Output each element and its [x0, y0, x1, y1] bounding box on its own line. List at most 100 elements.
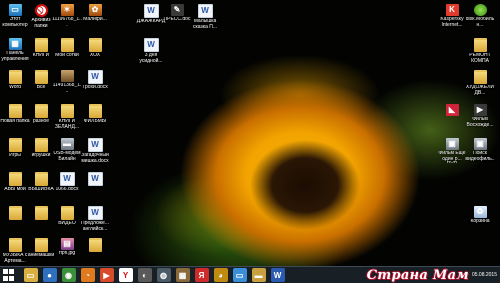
- folder-icon: [34, 238, 48, 252]
- desktop-icon-label: Мой сотки: [55, 53, 79, 58]
- document-icon: W: [87, 172, 103, 186]
- desktop-icon[interactable]: ▬ USB-модем Билайн: [52, 136, 82, 174]
- word-taskbar-icon[interactable]: W: [270, 268, 285, 282]
- desktop-icon[interactable]: ▶ Фильм Восхожде...: [465, 102, 495, 140]
- desktop-icon-label: rfpfl.jpg: [58, 251, 76, 256]
- desktop-icon[interactable]: [80, 236, 110, 266]
- folder-icon: [8, 138, 22, 152]
- desktop-icon-label: ХУДОЖЕЛИ ДВ...: [465, 85, 495, 96]
- desktop-icon-label: Фильм Ещё один р... DVD: [438, 151, 466, 163]
- folder-icon: [60, 38, 74, 52]
- desktop-icon[interactable]: W Малышка сказка П...: [190, 2, 220, 40]
- firefox-taskbar-icon[interactable]: ◔: [80, 268, 95, 282]
- watermark-logo: Страна Мам: [366, 267, 469, 283]
- document-icon: W: [143, 4, 159, 18]
- photos-taskbar-icon[interactable]: ▦: [175, 268, 190, 282]
- network-taskbar-icon[interactable]: ◍: [156, 268, 171, 282]
- app-taskbar-icon[interactable]: ◐: [137, 268, 152, 282]
- aimp-taskbar-icon[interactable]: ◕: [213, 268, 228, 282]
- image-icon: ✶: [60, 4, 74, 16]
- desktop: ▭ Этот компьютер ▦ Панель управления Word Нов…: [0, 0, 500, 266]
- desktop-icon[interactable]: W Загадочный мишка.docx: [80, 136, 110, 174]
- desktop-icon-label: РЕМОНТ КОМПА: [469, 53, 491, 64]
- desktop-icon[interactable]: ▣Поиск видеофиль...: [465, 136, 495, 174]
- yandex-browser-taskbar-icon[interactable]: Я: [194, 268, 209, 282]
- screen-taskbar-icon[interactable]: ▭: [232, 268, 247, 282]
- folder-icon: [60, 206, 74, 220]
- folder-icon: [8, 172, 22, 186]
- desktop-icon[interactable]: W Трохи.docx: [80, 68, 110, 106]
- document-icon: W: [87, 138, 103, 152]
- explorer-taskbar-icon[interactable]: ▭: [23, 268, 38, 282]
- desktop-icon[interactable]: ✶ 11196768_1...: [52, 2, 82, 40]
- image-icon: ✿: [88, 4, 102, 16]
- control-panel-icon: ▦: [8, 38, 22, 50]
- desktop-icon-label: 11491368_1...: [52, 83, 82, 94]
- taskbar-pinned-items: ▭ ● ◉ ◔ ▶ Y ◐ ◍ ▦ Я ◕ ▭ ▬ W: [21, 268, 287, 282]
- chrome-taskbar-icon[interactable]: ◉: [61, 268, 76, 282]
- desktop-icon[interactable]: ✎ ПРЕСС.doc: [162, 2, 192, 40]
- user-taskbar-icon[interactable]: ●: [42, 268, 57, 282]
- document-icon: W: [197, 4, 213, 18]
- folder-icon: [473, 38, 487, 52]
- desktop-icon-label: 1066.docx: [55, 187, 79, 192]
- desktop-icon-label: ПРЕСС.doc: [163, 17, 191, 22]
- kaspersky-icon: K: [445, 4, 459, 16]
- folder-icon: [34, 138, 48, 152]
- desktop-icon[interactable]: ФИЛЬМЫ: [80, 102, 110, 140]
- forbidden-icon: ⃠: [34, 4, 48, 17]
- desktop-icon[interactable]: ▣Фильм Ещё один р... DVD: [437, 136, 467, 174]
- taskbar: ▭ ● ◉ ◔ ▶ Y ◐ ◍ ▦ Я ◕ ▭ ▬ W Страна Мам 05.08.2015: [0, 266, 500, 283]
- desktop-icon[interactable]: ♻ Корзина: [465, 204, 495, 242]
- desktop-icon-label: Загадочный мишка.docx: [81, 153, 109, 164]
- folder-icon: [88, 238, 102, 252]
- desktop-icon[interactable]: ◣: [437, 102, 467, 140]
- folder-icon: [34, 172, 48, 186]
- folder-icon: [34, 70, 48, 84]
- media-taskbar-icon[interactable]: ▶: [99, 268, 114, 282]
- desktop-icon-label: Kaspersky Internet...: [440, 17, 464, 28]
- recycle-bin-icon: ♻: [473, 206, 487, 218]
- desktop-icon-label: ХОХ: [89, 53, 101, 58]
- video-icon: ▣: [445, 138, 459, 150]
- desktop-icon[interactable]: ▤ rfpfl.jpg: [52, 236, 82, 266]
- desktop-icon-label: Фильм Восхожде...: [466, 117, 494, 128]
- desktop-icon[interactable]: W: [80, 170, 110, 208]
- desktop-icon[interactable]: W3 дня усидной...: [136, 36, 166, 74]
- folder-taskbar-icon[interactable]: ▬: [251, 268, 266, 282]
- video-icon: ▣: [473, 138, 487, 150]
- folder-icon: [8, 238, 22, 252]
- desktop-icon-label: Малифи...: [83, 17, 107, 22]
- desktop-icon-label: Корзина: [470, 219, 490, 224]
- folder-icon: [473, 70, 487, 84]
- desktop-icon[interactable]: 11491368_1...: [52, 68, 82, 106]
- desktop-icon[interactable]: K Kaspersky Internet...: [437, 2, 467, 40]
- computer-icon: ▭: [8, 4, 22, 16]
- desktop-icon[interactable]: ХУДОЖЕЛИ ДВ...: [465, 68, 495, 106]
- folder-icon: [88, 104, 102, 118]
- document-icon: W: [87, 70, 103, 84]
- desktop-icon-label: ВИДЕО: [58, 221, 76, 226]
- desktop-icon-label: ФИЛЬМЫ: [83, 119, 107, 124]
- folder-icon: [34, 38, 48, 52]
- desktop-icon-label: 11196768_1...: [52, 17, 82, 28]
- image-icon: [60, 70, 74, 82]
- desktop-icon-label: Трохи.docx: [82, 85, 108, 90]
- image-icon: ▤: [60, 238, 74, 250]
- document-icon: W: [87, 206, 103, 220]
- clock[interactable]: 05.08.2015: [472, 272, 497, 278]
- start-button[interactable]: [3, 269, 15, 281]
- desktop-icon-label: Предложе... английск...: [81, 221, 109, 232]
- desktop-icon[interactable]: W 1066.docx: [52, 170, 82, 208]
- desktop-icon[interactable]: КНИГИ ЗЕЛАНД...: [52, 102, 82, 140]
- desktop-icon-label: disk.Мобильн...: [465, 17, 495, 28]
- desktop-icon[interactable]: disk.Мобильн...: [465, 2, 495, 40]
- desktop-icon-label: Малышка сказка П...: [192, 19, 218, 30]
- document-icon: W: [143, 38, 159, 52]
- folder-icon: [8, 70, 22, 84]
- usb-modem-icon: ▬: [60, 138, 74, 150]
- folder-icon: [34, 206, 48, 220]
- desktop-icon[interactable]: ✿ Малифи...: [80, 2, 110, 40]
- yandex-taskbar-icon[interactable]: Y: [118, 268, 133, 282]
- desktop-icon-label: USB-модем Билайн: [53, 151, 81, 162]
